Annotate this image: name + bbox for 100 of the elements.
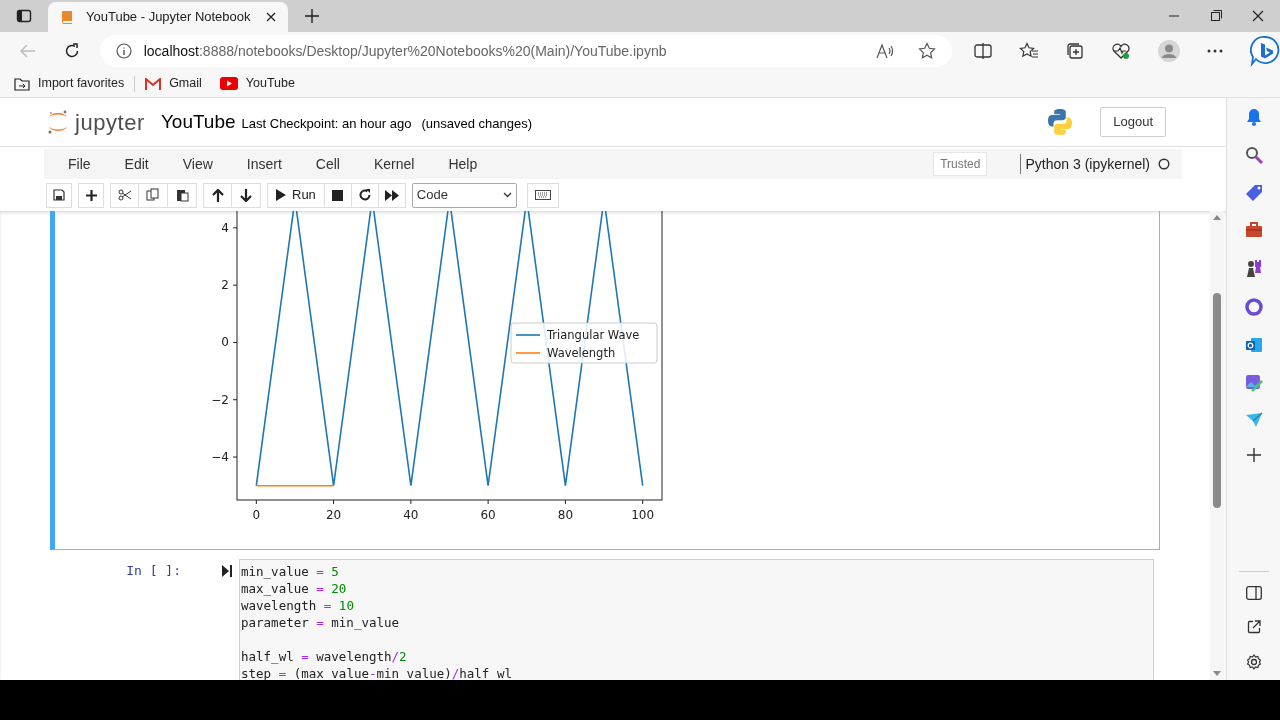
menu-item[interactable]: Kernel (363, 153, 425, 175)
command-palette-button[interactable] (526, 182, 559, 208)
read-aloud-icon[interactable] (876, 43, 894, 59)
play-logo-icon (219, 77, 238, 90)
favorites-icon[interactable] (1019, 42, 1039, 60)
bing-chat-icon[interactable] (1250, 35, 1280, 67)
cell-type-dropdown[interactable]: Code (411, 182, 517, 208)
chess-pieces-icon[interactable] (1244, 258, 1263, 278)
kernel-name: Python 3 (ipykernel) (1025, 154, 1150, 174)
x-tick-label: 0 (252, 508, 261, 522)
x-tick-label: 60 (480, 508, 496, 522)
bell-icon[interactable] (1244, 108, 1263, 126)
cell-prompt: In [ ]: (125, 562, 181, 580)
star-icon[interactable] (918, 42, 936, 60)
bookmark-item[interactable]: Gmail (145, 74, 202, 93)
jupyter-logo-icon (47, 109, 69, 135)
legend-label: Triangular Wave (547, 328, 640, 342)
scissors-icon (117, 189, 132, 201)
sidebar-panel-icon[interactable] (1245, 586, 1262, 600)
info-icon[interactable] (115, 43, 132, 59)
kernel-idle-icon (1158, 158, 1170, 170)
cut-button[interactable] (110, 182, 139, 208)
bookmark-item[interactable]: Import favorites (14, 74, 125, 93)
external-link-icon[interactable] (1246, 620, 1261, 634)
down-arrow-icon (240, 188, 252, 202)
mail-app-icon[interactable] (1244, 336, 1263, 354)
search-icon[interactable] (1244, 146, 1263, 164)
book-icon (60, 10, 74, 24)
menu-item[interactable]: Help (438, 153, 488, 175)
split-screen-icon[interactable] (974, 43, 992, 59)
x-tick-label: 80 (557, 508, 574, 522)
y-tick-label: −4 (211, 450, 229, 465)
insert-cell-button[interactable] (78, 182, 104, 208)
x-tick-label: 100 (631, 508, 655, 522)
fast-forward-icon (384, 189, 399, 201)
scrollbar-thumb[interactable] (1213, 293, 1221, 508)
heart-pulse-icon[interactable] (1111, 42, 1131, 60)
y-tick-label: 2 (221, 278, 229, 293)
more-icon[interactable] (1207, 49, 1223, 53)
move-up-button[interactable] (203, 182, 232, 208)
close-window-icon[interactable] (1252, 10, 1264, 22)
menu-item[interactable]: File (58, 153, 101, 175)
x-tick-label: 20 (325, 508, 342, 522)
restart-icon (358, 189, 371, 201)
avatar-icon[interactable] (1158, 40, 1180, 62)
tag-icon[interactable] (1244, 184, 1263, 202)
jupyter-wordmark: jupyter (75, 108, 145, 137)
menu-item[interactable]: View (172, 153, 223, 175)
address-bar[interactable]: localhost:8888/notebooks/Desktop/Jupyter%20Notebooks%20(Main)/YouTube.ipynb (99, 35, 952, 67)
office-icon[interactable] (1244, 298, 1263, 316)
y-tick-label: 0 (221, 335, 229, 350)
paper-plane-icon[interactable] (1244, 412, 1263, 428)
scrollbar-track[interactable] (1210, 211, 1224, 680)
paste-button[interactable] (168, 182, 197, 208)
browser-tab[interactable]: YouTube - Jupyter Notebook (48, 2, 288, 32)
close-icon[interactable] (266, 12, 276, 22)
trusted-indicator[interactable]: Trusted (933, 152, 988, 176)
menu-item[interactable]: Insert (236, 153, 292, 175)
unsaved-status: (unsaved changes) (421, 114, 532, 133)
scroll-down-arrow-icon[interactable] (1213, 671, 1221, 676)
play-icon (276, 189, 286, 201)
move-down-button[interactable] (232, 182, 261, 208)
save-button[interactable] (46, 182, 72, 208)
chevron-down-icon (502, 192, 512, 198)
bookmark-item[interactable]: YouTube (219, 74, 295, 93)
run-all-button[interactable] (378, 182, 406, 208)
url-text: localhost:8888/notebooks/Desktop/Jupyter%20Notebooks%20(Main)/YouTube.ipynb (143, 41, 668, 61)
y-tick-label: −2 (211, 392, 229, 407)
x-tick-label: 40 (403, 508, 419, 522)
toolbox-icon[interactable] (1244, 222, 1263, 238)
menu-item[interactable]: Cell (305, 153, 350, 175)
notebook-name[interactable]: YouTube (160, 107, 236, 137)
python-logo-icon (1046, 108, 1075, 136)
image-edit-icon[interactable] (1244, 374, 1263, 392)
new-tab-icon[interactable] (305, 9, 319, 23)
copy-icon (146, 188, 160, 202)
run-cell-icon[interactable] (222, 565, 232, 577)
paste-icon (175, 188, 189, 202)
checkpoint-status: Last Checkpoint: an hour ago (241, 114, 412, 133)
scroll-up-arrow-icon[interactable] (1213, 215, 1221, 220)
keyboard-icon (534, 190, 551, 200)
menu-item[interactable]: Edit (114, 153, 159, 175)
legend-label: Wavelength (547, 346, 616, 360)
mail-icon (145, 77, 162, 90)
run-button[interactable]: Run (267, 182, 325, 208)
settings-icon[interactable] (1245, 654, 1262, 670)
plus-icon[interactable] (1246, 448, 1261, 462)
restart-button[interactable] (351, 182, 379, 208)
up-arrow-icon (211, 188, 224, 202)
plus-icon (85, 189, 97, 201)
interrupt-button[interactable] (324, 182, 352, 208)
logout-button[interactable]: Logout (1100, 107, 1166, 137)
restore-icon[interactable] (1210, 10, 1222, 22)
stop-icon (332, 189, 344, 201)
y-tick-label: 4 (221, 220, 229, 235)
reload-icon[interactable] (63, 43, 80, 59)
folder-icon (14, 76, 30, 91)
collections-icon[interactable] (1066, 42, 1084, 60)
tab-actions-icon[interactable] (16, 8, 32, 24)
tab-title: YouTube - Jupyter Notebook (86, 8, 252, 27)
